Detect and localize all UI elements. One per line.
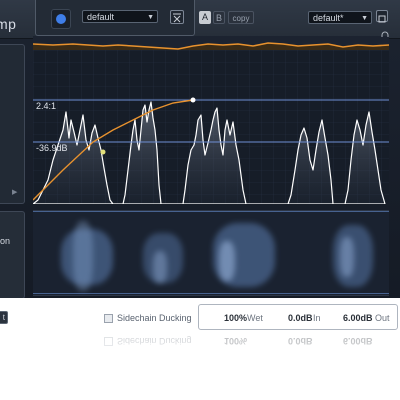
left-bottom-button[interactable]: t — [0, 311, 8, 324]
reflection-in: 0.0dB — [288, 336, 313, 346]
left-panel-bottom — [0, 211, 25, 299]
out-value[interactable]: 6.00dB — [343, 313, 373, 323]
power-button[interactable] — [51, 9, 71, 29]
compression-graph[interactable] — [33, 50, 389, 204]
wet-unit: Wet — [247, 313, 263, 323]
reflection-wet: 100% — [224, 336, 248, 346]
plugin-window: mp default ▼ A B copy default* ▼ ▶ on 2.… — [0, 0, 400, 328]
out-unit: Out — [375, 313, 390, 323]
random-button[interactable] — [170, 10, 184, 24]
ratio-label: 2.4:1 — [36, 101, 57, 111]
threshold-label: -36.9dB — [36, 143, 68, 153]
threshold-handle[interactable] — [100, 149, 106, 155]
save-icon — [378, 15, 386, 23]
wet-value[interactable]: 100% — [224, 313, 247, 323]
app-title: mp — [0, 16, 17, 32]
right-preset-select[interactable]: default* ▼ — [308, 11, 372, 24]
chevron-down-icon: ▼ — [361, 15, 368, 22]
play-triangle-icon[interactable]: ▶ — [12, 188, 17, 196]
save-button[interactable] — [376, 10, 388, 23]
sidechain-checkbox[interactable] — [104, 314, 113, 323]
left-panel-label: on — [0, 236, 11, 246]
power-dot-icon — [56, 14, 66, 24]
chevron-down-icon: ▼ — [147, 14, 154, 21]
ratio-handle[interactable] — [190, 97, 196, 103]
random-icon — [173, 13, 181, 23]
left-panel-top — [0, 44, 25, 204]
headphones-icon[interactable] — [381, 31, 389, 39]
ab-copy-button[interactable]: copy — [228, 11, 254, 24]
right-preset-value: default* — [313, 13, 344, 23]
top-toolbar: mp default ▼ A B copy default* ▼ — [0, 0, 400, 39]
in-value[interactable]: 0.0dB — [288, 313, 313, 323]
preset-select[interactable]: default ▼ — [82, 10, 158, 23]
ab-button-a[interactable]: A — [199, 11, 211, 24]
reflection-sidechain: Sidechain Ducking — [117, 336, 192, 346]
sidechain-label: Sidechain Ducking — [117, 313, 192, 323]
spectrogram — [33, 210, 389, 296]
output-meter — [33, 36, 389, 50]
ab-button-b[interactable]: B — [213, 11, 225, 24]
reflection-out: 6.00dB — [343, 336, 373, 346]
reflection: Sidechain Ducking 100% 0.0dB 6.00dB — [0, 330, 400, 400]
in-unit: In — [313, 313, 321, 323]
preset-select-value: default — [87, 12, 115, 22]
